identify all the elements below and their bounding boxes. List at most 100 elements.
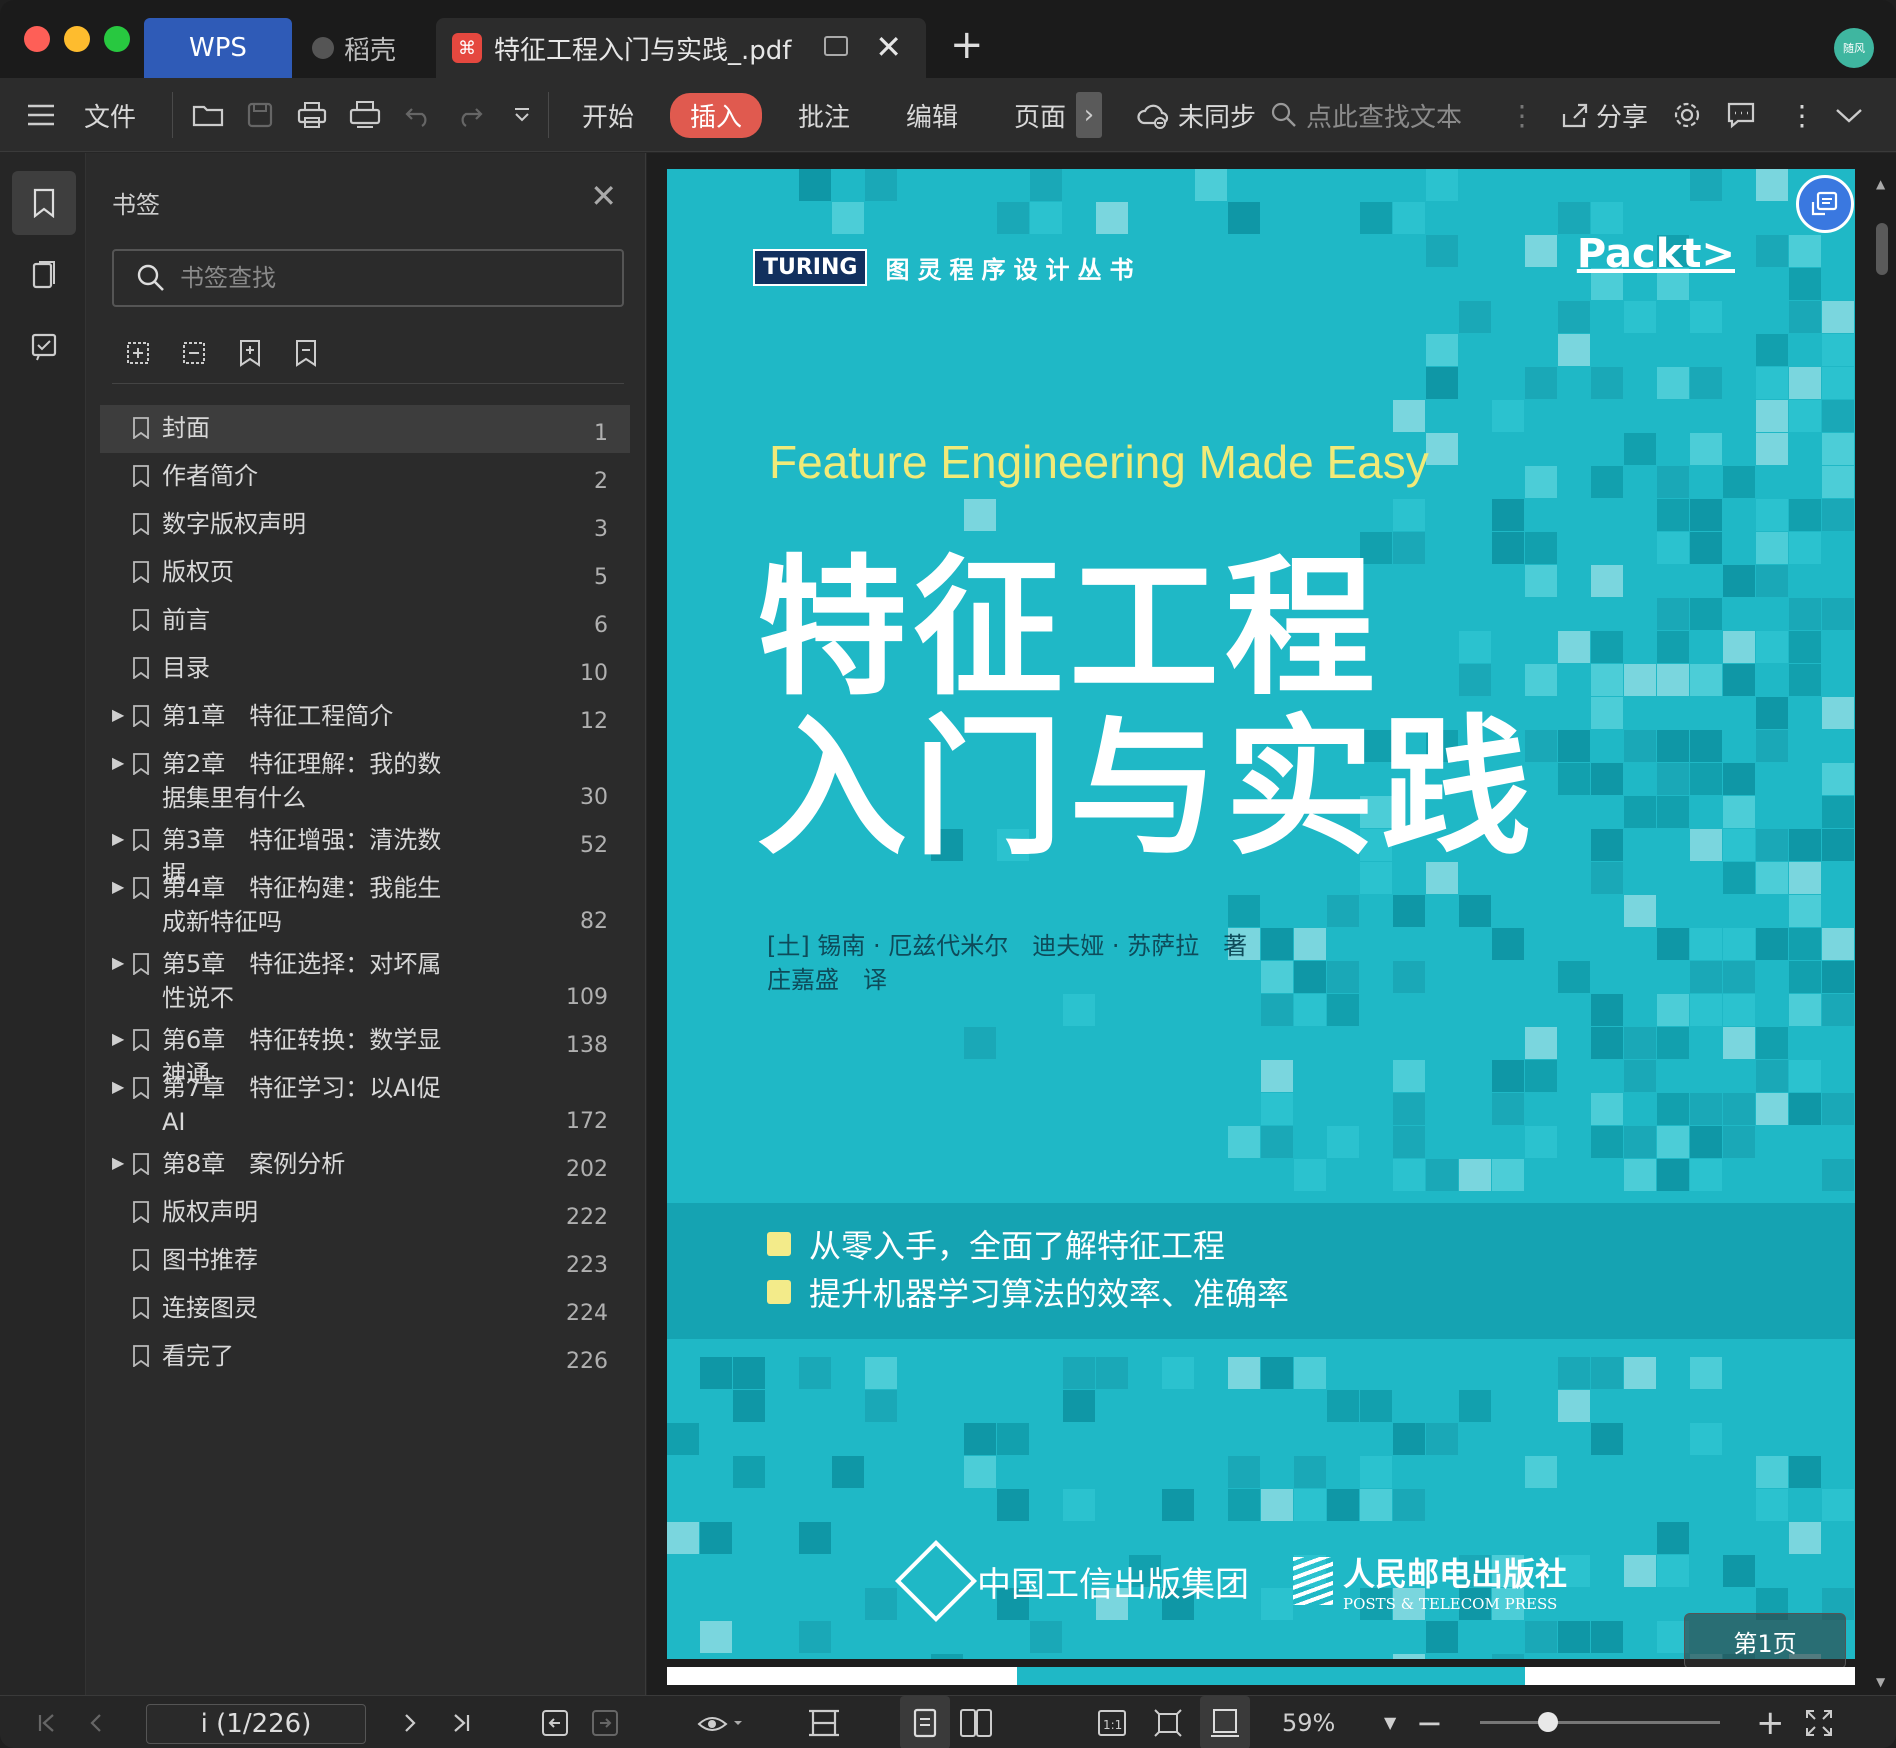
bookmark-panel-button[interactable] bbox=[12, 171, 76, 235]
zoom-slider-knob[interactable] bbox=[1538, 1712, 1558, 1732]
back-view-icon[interactable] bbox=[540, 1696, 570, 1748]
forward-view-icon[interactable] bbox=[590, 1696, 620, 1748]
fullscreen-icon[interactable] bbox=[1804, 1696, 1834, 1748]
settings-icon[interactable] bbox=[1672, 78, 1702, 152]
add-bookmark-icon[interactable] bbox=[234, 337, 266, 369]
print-icon[interactable] bbox=[296, 78, 328, 152]
close-tab-icon[interactable]: ✕ bbox=[875, 28, 902, 66]
annotation-panel-button[interactable] bbox=[12, 315, 76, 379]
last-page-icon[interactable] bbox=[450, 1696, 472, 1748]
expand-arrow-icon[interactable]: ▶ bbox=[112, 1153, 126, 1172]
avatar[interactable]: 随风 bbox=[1834, 28, 1874, 68]
bookmark-item[interactable]: 版权页 5 bbox=[100, 549, 630, 597]
bookmark-item[interactable]: ▶ 第8章 案例分析 202 bbox=[100, 1141, 630, 1189]
tab-page[interactable]: 页面 bbox=[1014, 78, 1066, 152]
bookmark-item[interactable]: ▶ 第5章 特征选择：对坏属性说不 109 bbox=[100, 941, 630, 1017]
thumbnail-panel-button[interactable] bbox=[12, 243, 76, 307]
zoom-out-icon[interactable]: − bbox=[1416, 1696, 1443, 1748]
more-tabs-button[interactable]: › bbox=[1076, 78, 1102, 152]
expand-arrow-icon[interactable]: ▶ bbox=[112, 953, 126, 972]
tab-start[interactable]: 开始 bbox=[582, 78, 634, 152]
more-vertical-icon[interactable]: ⋮ bbox=[1508, 78, 1536, 152]
next-page-icon[interactable] bbox=[402, 1696, 418, 1748]
new-tab-button[interactable]: + bbox=[950, 22, 984, 68]
undo-icon[interactable] bbox=[404, 78, 432, 152]
bookmark-item[interactable]: ▶ 第6章 特征转换：数学显神通 138 bbox=[100, 1017, 630, 1088]
close-window-button[interactable] bbox=[24, 26, 50, 52]
mosaic-tile bbox=[1294, 928, 1326, 960]
tab-wps[interactable]: WPS bbox=[144, 18, 292, 78]
single-page-icon[interactable] bbox=[900, 1696, 950, 1748]
zoom-dropdown-icon[interactable]: ▼ bbox=[1384, 1696, 1396, 1748]
minimize-window-button[interactable] bbox=[64, 26, 90, 52]
expand-arrow-icon[interactable]: ▶ bbox=[112, 753, 126, 772]
single-page-scroll-icon[interactable] bbox=[806, 1696, 842, 1748]
fit-page-icon[interactable] bbox=[1152, 1696, 1184, 1748]
sync-status[interactable]: 未同步 bbox=[1136, 78, 1256, 152]
redo-icon[interactable] bbox=[456, 78, 484, 152]
bookmark-item[interactable]: 看完了 226 bbox=[100, 1333, 630, 1381]
bookmark-item[interactable]: ▶ 第4章 特征构建：我能生成新特征吗 82 bbox=[100, 865, 630, 941]
bookmark-item[interactable]: ▶ 第7章 特征学习：以AI促AI 172 bbox=[100, 1065, 630, 1141]
bookmark-item[interactable]: ▶ 第2章 特征理解：我的数据集里有什么 30 bbox=[100, 741, 630, 817]
collapse-toolbar-icon[interactable] bbox=[1834, 78, 1864, 152]
fit-width-icon[interactable] bbox=[1200, 1696, 1250, 1748]
bookmark-search[interactable] bbox=[112, 249, 624, 307]
open-folder-icon[interactable] bbox=[192, 78, 226, 152]
bookmark-item[interactable]: 数字版权声明 3 bbox=[100, 501, 630, 549]
find-text-box[interactable]: 点此查找文本 bbox=[1270, 78, 1462, 152]
save-icon[interactable] bbox=[246, 78, 274, 152]
bookmark-item[interactable]: 前言 6 bbox=[100, 597, 630, 645]
quick-access-dropdown-icon[interactable] bbox=[512, 78, 532, 152]
mosaic-tile bbox=[1558, 1357, 1590, 1389]
tab-insert[interactable]: 插入 bbox=[670, 78, 763, 152]
expand-arrow-icon[interactable]: ▶ bbox=[112, 829, 126, 848]
maximize-window-button[interactable] bbox=[104, 26, 130, 52]
bookmark-search-input[interactable] bbox=[180, 264, 600, 292]
bookmark-item[interactable]: 作者简介 2 bbox=[100, 453, 630, 501]
collapse-all-icon[interactable] bbox=[178, 337, 210, 369]
zoom-in-icon[interactable]: + bbox=[1756, 1696, 1785, 1748]
tab-document[interactable]: ⌘ 特征工程入门与实践_.pdf ✕ bbox=[436, 18, 926, 78]
file-menu[interactable]: 文件 bbox=[84, 78, 136, 152]
remove-bookmark-icon[interactable] bbox=[290, 337, 322, 369]
bookmark-item[interactable]: 图书推荐 223 bbox=[100, 1237, 630, 1285]
floating-convert-button[interactable] bbox=[1796, 175, 1854, 233]
bookmark-item[interactable]: 目录 10 bbox=[100, 645, 630, 693]
first-page-icon[interactable] bbox=[36, 1696, 58, 1748]
bookmark-item[interactable]: ▶ 第1章 特征工程简介 12 bbox=[100, 693, 630, 741]
tab-comment[interactable]: 批注 bbox=[798, 78, 850, 152]
close-panel-icon[interactable]: ✕ bbox=[590, 177, 617, 215]
zoom-slider-track[interactable] bbox=[1480, 1721, 1720, 1724]
mosaic-tile bbox=[1657, 631, 1689, 663]
menu-icon[interactable] bbox=[26, 78, 56, 152]
tab-daoke[interactable]: 稻壳 bbox=[300, 18, 430, 78]
bookmark-item[interactable]: 连接图灵 224 bbox=[100, 1285, 630, 1333]
mosaic-tile bbox=[1096, 1357, 1128, 1389]
tab-edit[interactable]: 编辑 bbox=[906, 78, 958, 152]
previous-page-icon[interactable] bbox=[88, 1696, 104, 1748]
mosaic-tile bbox=[832, 202, 864, 234]
bookmark-item[interactable]: 版权声明 222 bbox=[100, 1189, 630, 1237]
bookmark-item[interactable]: ▶ 第3章 特征增强：清洗数据 52 bbox=[100, 817, 630, 888]
eye-protection-icon[interactable] bbox=[696, 1696, 744, 1748]
actual-size-icon[interactable]: 1:1 bbox=[1096, 1696, 1128, 1748]
share-button[interactable]: 分享 bbox=[1560, 78, 1648, 152]
expand-all-icon[interactable] bbox=[122, 337, 154, 369]
mosaic-tile bbox=[1591, 829, 1623, 861]
scrollbar-thumb[interactable] bbox=[1876, 223, 1888, 275]
page-number-input[interactable]: i (1/226) bbox=[146, 1704, 366, 1744]
expand-arrow-icon[interactable]: ▶ bbox=[112, 877, 126, 896]
expand-arrow-icon[interactable]: ▶ bbox=[112, 1077, 126, 1096]
document-viewer[interactable]: TURING 图灵程序设计丛书 Packt> Feature Engineeri… bbox=[647, 153, 1896, 1695]
vertical-scrollbar[interactable]: ▲ ▼ bbox=[1874, 177, 1890, 1689]
zoom-level[interactable]: 59% bbox=[1282, 1696, 1335, 1748]
double-page-icon[interactable] bbox=[958, 1696, 994, 1748]
comment-icon[interactable] bbox=[1726, 78, 1756, 152]
expand-arrow-icon[interactable]: ▶ bbox=[112, 1029, 126, 1048]
monitor-icon[interactable] bbox=[824, 36, 848, 56]
more-options-icon[interactable]: ⋮ bbox=[1788, 78, 1816, 152]
bookmark-item[interactable]: 封面 1 bbox=[100, 405, 630, 453]
expand-arrow-icon[interactable]: ▶ bbox=[112, 705, 126, 724]
print-preview-icon[interactable] bbox=[348, 78, 382, 152]
